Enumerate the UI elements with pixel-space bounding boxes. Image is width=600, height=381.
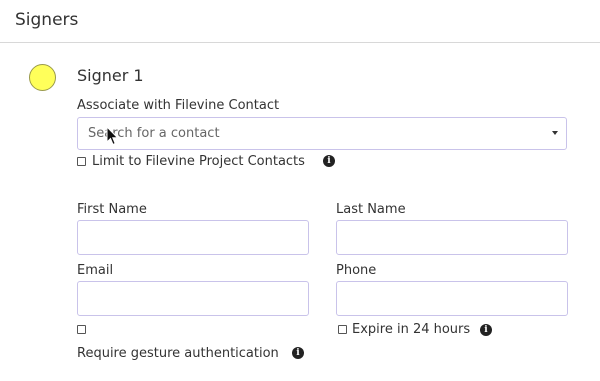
section-title: Signers [15, 10, 79, 30]
contact-search-select[interactable]: Search for a contact [77, 117, 567, 150]
limit-project-contacts-label: Limit to Filevine Project Contacts [92, 154, 305, 169]
email-label: Email [77, 263, 114, 278]
limit-project-contacts-checkbox[interactable] [77, 157, 86, 166]
chevron-down-icon[interactable] [552, 131, 558, 135]
gesture-auth-checkbox[interactable] [77, 325, 86, 334]
phone-label: Phone [336, 263, 377, 278]
mouse-pointer-icon [106, 126, 119, 146]
expire-24h-label: Expire in 24 hours [352, 322, 471, 337]
signers-header: Signers [0, 0, 600, 43]
info-icon[interactable]: i [323, 155, 335, 167]
first-name-label: First Name [77, 202, 147, 217]
signer-title: Signer 1 [77, 66, 144, 85]
phone-input[interactable] [336, 281, 568, 316]
last-name-input[interactable] [336, 220, 568, 255]
last-name-label: Last Name [336, 202, 406, 217]
info-icon[interactable]: i [292, 347, 304, 359]
expire-24h-checkbox[interactable] [338, 325, 347, 334]
gesture-auth-label: Require gesture authentication [77, 346, 279, 361]
email-input[interactable] [77, 281, 309, 316]
first-name-input[interactable] [77, 220, 309, 255]
signer-avatar [29, 64, 56, 91]
associate-contact-label: Associate with Filevine Contact [77, 98, 280, 113]
info-icon[interactable]: i [480, 324, 492, 336]
